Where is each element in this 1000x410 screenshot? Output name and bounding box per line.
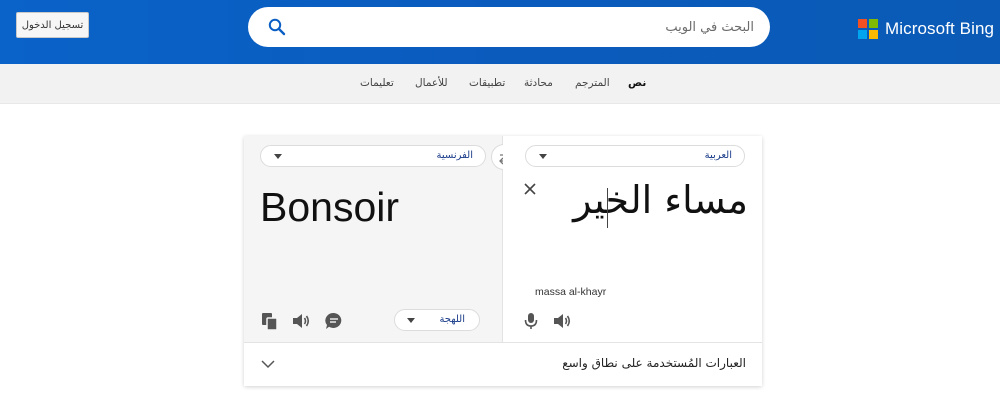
nav-bar: تعليمات للأعمال تطبيقات محادثة المترجم ن… bbox=[0, 64, 1000, 104]
chevron-down-icon bbox=[539, 154, 547, 159]
speaker-icon[interactable] bbox=[552, 311, 572, 331]
target-language-label: الفرنسية bbox=[436, 150, 473, 161]
dialect-select[interactable]: اللهجة bbox=[394, 309, 480, 331]
source-text-input[interactable]: مساء الخير bbox=[573, 178, 748, 222]
nav-item-text[interactable]: نص bbox=[628, 77, 646, 89]
microsoft-logo-icon bbox=[858, 19, 878, 39]
nav-item-help[interactable]: تعليمات bbox=[360, 77, 394, 89]
nav-item-translator[interactable]: المترجم bbox=[575, 77, 610, 89]
copy-icon[interactable] bbox=[260, 311, 280, 331]
nav-item-apps[interactable]: تطبيقات bbox=[469, 77, 505, 89]
logo-text: Microsoft Bing bbox=[885, 19, 995, 38]
feedback-chat-icon[interactable] bbox=[324, 311, 344, 331]
microphone-icon[interactable] bbox=[521, 311, 541, 331]
chevron-down-icon bbox=[274, 154, 282, 159]
bing-logo[interactable]: Microsoft Bing bbox=[858, 19, 994, 39]
top-header: تسجيل الدخول Microsoft Bing bbox=[0, 0, 1000, 64]
nav-item-conversation[interactable]: محادثة bbox=[524, 77, 553, 89]
source-language-label: العربية bbox=[704, 150, 732, 161]
dialect-label: اللهجة bbox=[439, 314, 465, 325]
search-input[interactable] bbox=[284, 7, 754, 47]
text-cursor bbox=[607, 188, 608, 228]
common-phrases-label: العبارات المُستخدمة على نطاق واسع bbox=[562, 356, 746, 370]
chevron-down-icon[interactable] bbox=[260, 357, 276, 369]
source-language-select[interactable]: العربية bbox=[525, 145, 745, 167]
speaker-icon[interactable] bbox=[291, 311, 311, 331]
clear-input-icon[interactable] bbox=[523, 182, 537, 196]
target-panel: الفرنسية Bonsoir اللهجة bbox=[244, 136, 503, 342]
source-panel: العربية مساء الخير massa al-khayr bbox=[503, 136, 762, 342]
signin-button[interactable]: تسجيل الدخول bbox=[16, 12, 89, 38]
nav-item-business[interactable]: للأعمال bbox=[415, 77, 448, 89]
search-box[interactable] bbox=[248, 7, 770, 47]
translated-text: Bonsoir bbox=[260, 184, 400, 230]
target-language-select[interactable]: الفرنسية bbox=[260, 145, 486, 167]
common-phrases-bar[interactable]: العبارات المُستخدمة على نطاق واسع bbox=[244, 342, 762, 386]
transliteration-text: massa al-khayr bbox=[535, 286, 607, 298]
translator-card: الفرنسية Bonsoir اللهجة العربية مساء الخ… bbox=[244, 136, 762, 386]
chevron-down-icon bbox=[407, 318, 415, 323]
